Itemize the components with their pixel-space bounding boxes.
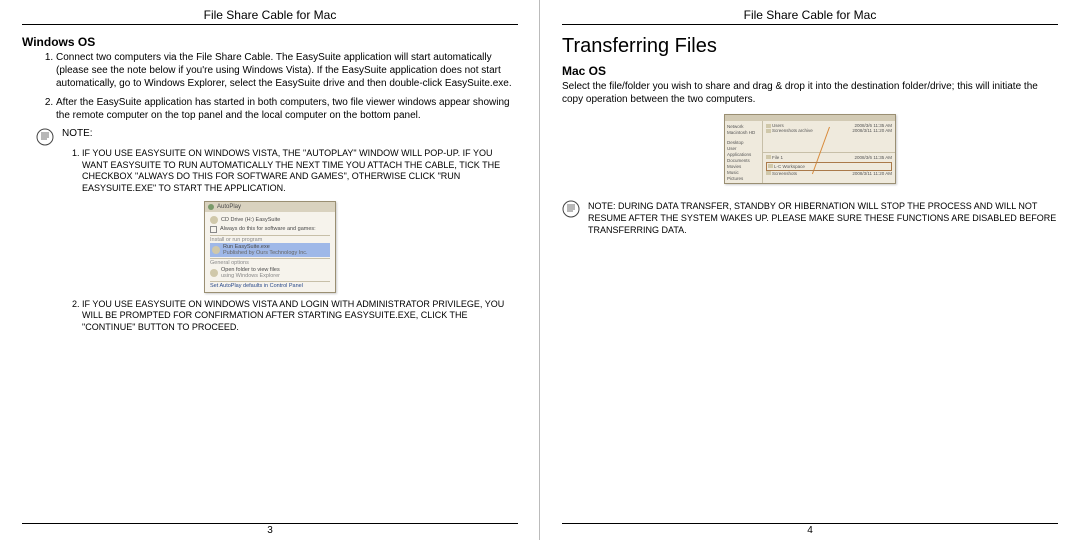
date-label: 2008/3/11 11:20 AM <box>852 171 892 176</box>
sidebar-item: Macintosh HD <box>727 129 760 135</box>
page-right: File Share Cable for Mac Transferring Fi… <box>540 0 1080 540</box>
file-item: File 1 <box>772 155 783 160</box>
finder-bottom-pane: File 1 2008/3/6 11:35 AM L-C Workspace Sc… <box>763 153 895 184</box>
note-label: NOTE: <box>62 128 93 139</box>
header-left: File Share Cable for Mac <box>22 8 518 25</box>
run-option: Run EasySuite.exePublished by Ours Techn… <box>210 243 330 257</box>
drive-row: CD Drive (H:) EasySuite <box>210 215 330 225</box>
sidebar-item: Pictures <box>727 175 760 181</box>
note-block-mac: NOTE: DURING DATA TRANSFER, STANDBY OR H… <box>562 200 1058 236</box>
note-icon <box>36 128 56 146</box>
note-block: NOTE: <box>36 128 518 146</box>
transferring-title: Transferring Files <box>562 35 1058 58</box>
note-list: IF YOU USE EASYSUITE ON WINDOWS VISTA, T… <box>66 148 518 195</box>
heading-windows-os: Windows OS <box>22 35 518 49</box>
note-item: IF YOU USE EASYSUITE ON WINDOWS VISTA AN… <box>82 299 518 334</box>
date-label: 2008/3/11 11:20 AM <box>852 128 892 133</box>
note-icon <box>562 200 582 218</box>
autoplay-window: AutoPlay CD Drive (H:) EasySuite Always … <box>204 201 336 293</box>
file-item: Screenshots archive <box>772 128 813 133</box>
date-label: 2008/3/6 11:35 AM <box>855 155 892 160</box>
note-text-mac: NOTE: DURING DATA TRANSFER, STANDBY OR H… <box>588 200 1058 236</box>
page-number-left: 3 <box>22 523 518 536</box>
using-label: using Windows Explorer <box>221 273 280 279</box>
note-list-2: IF YOU USE EASYSUITE ON WINDOWS VISTA AN… <box>66 299 518 334</box>
drive-label: CD Drive (H:) EasySuite <box>221 217 280 223</box>
autoplay-link: Set AutoPlay defaults in Control Panel <box>210 283 330 289</box>
checkbox-row: Always do this for software and games: <box>210 225 330 234</box>
page-number-right: 4 <box>562 523 1058 536</box>
open-option: Open folder to view filesusing Windows E… <box>210 266 330 280</box>
file-item: Screenshots <box>772 171 797 176</box>
finder-sidebar: Network Macintosh HD Desktop User Applic… <box>725 121 763 183</box>
step-item: Connect two computers via the File Share… <box>56 51 518 90</box>
step-item: After the EasySuite application has star… <box>56 96 518 122</box>
header-right: File Share Cable for Mac <box>562 8 1058 25</box>
windows-steps-list: Connect two computers via the File Share… <box>22 51 518 122</box>
autoplay-title-text: AutoPlay <box>217 204 241 210</box>
autoplay-icon <box>208 204 214 210</box>
checkbox-label: Always do this for software and games: <box>220 226 316 232</box>
autoplay-titlebar: AutoPlay <box>205 202 335 212</box>
page-left: File Share Cable for Mac Windows OS Conn… <box>0 0 540 540</box>
publisher-label: Published by Ours Technology Inc. <box>223 250 308 256</box>
finder-top-pane: Users2008/3/6 11:35 AM Screenshots archi… <box>763 121 895 153</box>
heading-mac-os: Mac OS <box>562 64 1058 78</box>
cd-icon <box>210 216 218 224</box>
file-item-highlight: L-C Workspace <box>774 164 805 169</box>
folder-icon <box>210 269 218 277</box>
mac-paragraph: Select the file/folder you wish to share… <box>562 80 1058 106</box>
mac-finder-window: Network Macintosh HD Desktop User Applic… <box>724 114 896 184</box>
note-item: IF YOU USE EASYSUITE ON WINDOWS VISTA, T… <box>82 148 518 195</box>
checkbox-icon <box>210 226 217 233</box>
exe-icon <box>212 246 220 254</box>
